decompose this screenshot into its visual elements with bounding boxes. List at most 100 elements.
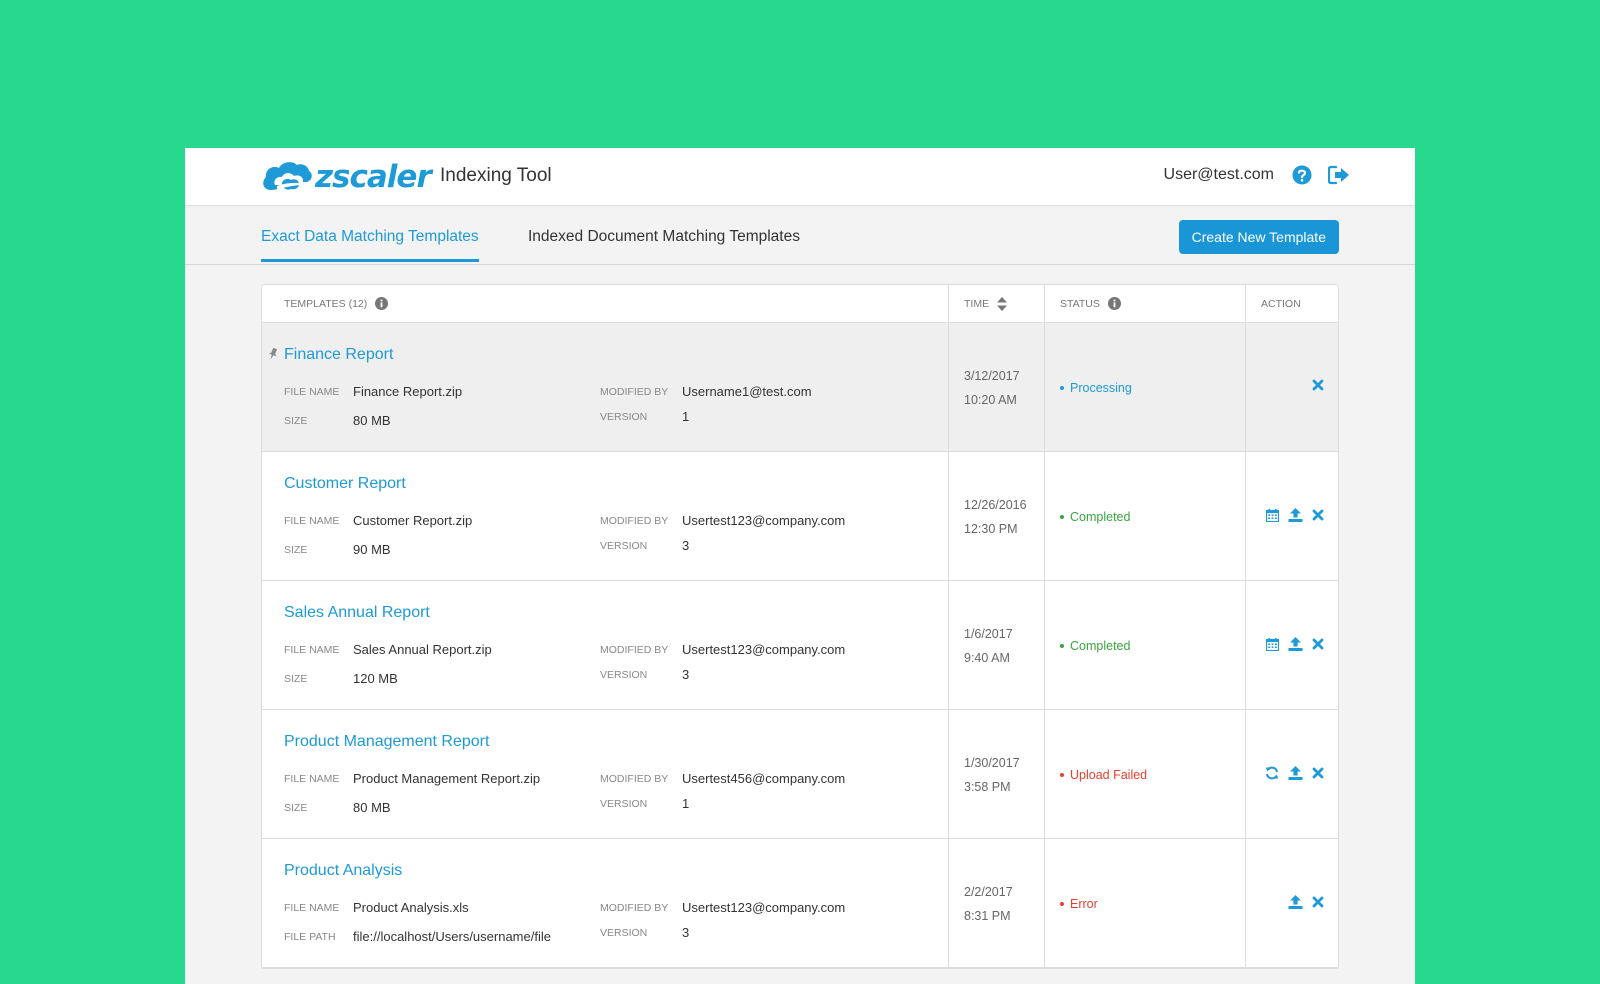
status-dot xyxy=(1060,644,1064,648)
table-row[interactable]: Product Management Report FILE NAME Prod… xyxy=(262,710,1338,839)
size-or-path-label: FILE PATH xyxy=(284,931,336,943)
top-bar: zscaler Indexing Tool User@test.com xyxy=(185,148,1415,206)
upload-icon[interactable] xyxy=(1288,766,1303,780)
action-header-label: ACTION xyxy=(1261,297,1301,310)
version-value: 1 xyxy=(682,796,690,811)
status-dot xyxy=(1060,386,1064,390)
file-name-label: FILE NAME xyxy=(284,386,340,398)
info-icon[interactable] xyxy=(375,297,389,310)
time-value: 12:30 PM xyxy=(964,522,1018,536)
table-row[interactable]: Sales Annual Report FILE NAME Sales Annu… xyxy=(262,581,1338,710)
status-cell: Completed xyxy=(1045,581,1246,709)
time-value: 9:40 AM xyxy=(964,651,1010,665)
upload-icon[interactable] xyxy=(1288,508,1303,522)
table-row[interactable]: Customer Report FILE NAME Customer Repor… xyxy=(262,452,1338,581)
file-name-value: Customer Report.zip xyxy=(353,513,473,528)
version-value: 1 xyxy=(682,409,690,424)
status-badge: Processing xyxy=(1060,381,1132,395)
file-name-label: FILE NAME xyxy=(284,773,340,785)
close-icon[interactable] xyxy=(1312,509,1324,521)
file-name-value: Sales Annual Report.zip xyxy=(353,642,492,657)
modified-by-label: MODIFIED BY xyxy=(600,515,669,527)
template-name-link[interactable]: Product Management Report xyxy=(284,733,489,751)
file-name-value: Product Management Report.zip xyxy=(353,771,541,786)
template-cell: Product Management Report FILE NAME Prod… xyxy=(262,710,949,838)
refresh-icon[interactable] xyxy=(1265,766,1279,780)
close-icon[interactable] xyxy=(1312,896,1324,908)
modified-by-value: Usertest123@company.com xyxy=(682,642,846,657)
version-label: VERSION xyxy=(600,798,648,810)
info-icon[interactable] xyxy=(1107,297,1121,310)
tab-indexed-document-matching[interactable]: Indexed Document Matching Templates xyxy=(528,228,800,259)
status-badge: Completed xyxy=(1060,639,1130,653)
status-dot xyxy=(1060,773,1064,777)
template-cell: Finance Report FILE NAME Finance Report.… xyxy=(262,323,949,451)
status-dot xyxy=(1060,515,1064,519)
modified-by-label: MODIFIED BY xyxy=(600,386,669,398)
version-label: VERSION xyxy=(600,927,648,939)
calendar-icon[interactable] xyxy=(1266,637,1279,651)
app-title: Indexing Tool xyxy=(440,165,552,186)
status-cell: Completed xyxy=(1045,452,1246,580)
row-actions xyxy=(1288,895,1324,909)
version-value: 3 xyxy=(682,667,690,682)
logout-icon[interactable] xyxy=(1328,165,1350,185)
size-or-path-label: SIZE xyxy=(284,544,308,556)
status-text: Processing xyxy=(1070,381,1132,395)
file-name-label: FILE NAME xyxy=(284,515,340,527)
modified-by-value: Username1@test.com xyxy=(682,384,812,399)
table-header: TEMPLATES (12) TIME STATUS ACTION xyxy=(262,285,1338,323)
version-label: VERSION xyxy=(600,540,648,552)
table-row[interactable]: Finance Report FILE NAME Finance Report.… xyxy=(262,323,1338,452)
indexing-tool-window: zscaler Indexing Tool User@test.com Exac… xyxy=(185,148,1415,984)
template-name-link[interactable]: Customer Report xyxy=(284,475,406,493)
table-row[interactable]: Product Analysis FILE NAME Product Analy… xyxy=(262,839,1338,968)
status-dot xyxy=(1060,902,1064,906)
date-value: 3/12/2017 xyxy=(964,369,1020,383)
template-name-link[interactable]: Sales Annual Report xyxy=(284,604,430,622)
status-text: Completed xyxy=(1070,639,1131,653)
status-header-label: STATUS xyxy=(1060,297,1100,310)
modified-by-value: Usertest123@company.com xyxy=(682,513,846,528)
upload-icon[interactable] xyxy=(1288,637,1303,651)
time-cell: 12/26/2016 12:30 PM xyxy=(949,452,1045,580)
modified-by-label: MODIFIED BY xyxy=(600,773,669,785)
templates-count-label: TEMPLATES (12) xyxy=(284,297,368,310)
status-cell: Upload Failed xyxy=(1045,710,1246,838)
template-name-link[interactable]: Product Analysis xyxy=(284,862,402,880)
upload-icon[interactable] xyxy=(1288,895,1303,909)
close-icon[interactable] xyxy=(1312,638,1324,650)
user-email[interactable]: User@test.com xyxy=(1164,166,1274,184)
pin-icon[interactable] xyxy=(268,348,277,360)
create-new-template-button[interactable]: Create New Template xyxy=(1178,220,1339,254)
status-cell: Error xyxy=(1045,839,1246,967)
close-icon[interactable] xyxy=(1312,379,1324,391)
time-cell: 3/12/2017 10:20 AM xyxy=(949,323,1045,451)
calendar-icon[interactable] xyxy=(1266,508,1279,522)
size-or-path-value: 90 MB xyxy=(353,542,391,557)
row-actions xyxy=(1265,766,1324,780)
tab-exact-data-matching[interactable]: Exact Data Matching Templates xyxy=(261,228,479,262)
row-actions xyxy=(1266,637,1324,651)
template-name-link[interactable]: Finance Report xyxy=(284,346,393,364)
size-or-path-value: 120 MB xyxy=(353,671,398,686)
date-value: 1/30/2017 xyxy=(964,756,1020,770)
time-cell: 2/2/2017 8:31 PM xyxy=(949,839,1045,967)
action-cell xyxy=(1246,452,1338,580)
zscaler-logo[interactable]: zscaler xyxy=(261,160,432,194)
row-actions xyxy=(1266,508,1324,522)
cloud-logo-icon xyxy=(263,162,312,190)
status-column-header: STATUS xyxy=(1045,285,1246,322)
time-cell: 1/6/2017 9:40 AM xyxy=(949,581,1045,709)
modified-by-value: Usertest123@company.com xyxy=(682,900,846,915)
time-column-header[interactable]: TIME xyxy=(949,285,1045,322)
file-name-label: FILE NAME xyxy=(284,902,340,914)
close-icon[interactable] xyxy=(1312,767,1324,779)
template-cell: Customer Report FILE NAME Customer Repor… xyxy=(262,452,949,580)
help-icon[interactable] xyxy=(1292,165,1312,185)
time-value: 3:58 PM xyxy=(964,780,1011,794)
action-cell xyxy=(1246,839,1338,967)
status-badge: Completed xyxy=(1060,510,1130,524)
size-or-path-value: 80 MB xyxy=(353,413,391,428)
sort-icon[interactable] xyxy=(997,296,1008,311)
